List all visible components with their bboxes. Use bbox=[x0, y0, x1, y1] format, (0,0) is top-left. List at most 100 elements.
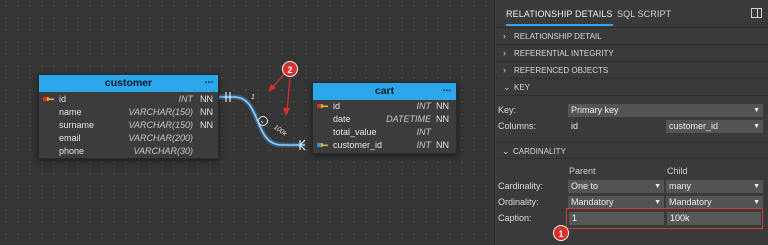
column-name: phone bbox=[59, 146, 85, 156]
column-name: name bbox=[59, 107, 82, 117]
table-cart[interactable]: cart ... id INT NN date DATETIME NN tota… bbox=[312, 82, 457, 154]
annotation-arrow-right bbox=[286, 77, 291, 112]
caption-label: Caption: bbox=[498, 213, 532, 223]
diagram-canvas[interactable]: 1 100k 2 customer ... id INT NN name VAR… bbox=[0, 0, 494, 245]
annotation-arrow-left bbox=[271, 72, 286, 89]
chevron-right-icon: › bbox=[503, 65, 506, 75]
cardinality-label: Cardinality: bbox=[498, 181, 544, 191]
section-relationship-detail[interactable]: › RELATIONSHIP DETAIL bbox=[495, 28, 768, 45]
table-menu-icon[interactable]: ... bbox=[443, 80, 451, 97]
chevron-down-icon: ⌄ bbox=[502, 146, 510, 156]
child-column-select[interactable]: customer_id ▼ bbox=[666, 120, 763, 133]
key-select-value: Primary key bbox=[571, 105, 619, 115]
column-type: DATETIME bbox=[386, 114, 431, 124]
child-column-header: Child bbox=[667, 166, 688, 176]
ordinality-child-value: Mandatory bbox=[669, 197, 712, 207]
section-title: RELATIONSHIP DETAIL bbox=[514, 32, 602, 41]
primary-key-icon bbox=[43, 97, 54, 101]
section-referenced-objects[interactable]: › REFERENCED OBJECTS bbox=[495, 62, 768, 79]
column-name: id bbox=[59, 94, 67, 104]
panel-layout-icon[interactable] bbox=[751, 8, 762, 18]
column-type: INT bbox=[416, 140, 432, 150]
annotation-arrowhead-left bbox=[268, 84, 276, 92]
panel-tabs: RELATIONSHIP DETAILS SQL SCRIPT bbox=[495, 0, 768, 28]
section-key[interactable]: ⌄ KEY bbox=[495, 79, 768, 96]
annotation-bubble-2: 2 bbox=[282, 61, 298, 77]
column-row[interactable]: total_value INT bbox=[313, 126, 456, 139]
parent-column-header: Parent bbox=[569, 166, 596, 176]
column-name: email bbox=[59, 133, 81, 143]
chevron-right-icon: › bbox=[503, 31, 506, 41]
columns-label: Columns: bbox=[498, 121, 537, 131]
column-type: INT bbox=[416, 127, 432, 137]
primary-key-icon bbox=[317, 104, 328, 108]
tab-relationship-details[interactable]: RELATIONSHIP DETAILS bbox=[506, 9, 613, 26]
child-column-value: customer_id bbox=[669, 121, 719, 131]
relationship-circle bbox=[258, 116, 268, 126]
chevron-right-icon: › bbox=[503, 48, 506, 58]
caption-child-label: 100k bbox=[272, 124, 288, 138]
cardinality-parent-value: One to bbox=[571, 181, 599, 191]
caption-parent-label: 1 bbox=[251, 94, 255, 101]
key-select[interactable]: Primary key ▼ bbox=[568, 104, 763, 117]
table-customer-columns: id INT NN name VARCHAR(150) NN surname V… bbox=[39, 92, 218, 158]
cardinality-parent-select[interactable]: One to ▼ bbox=[568, 180, 664, 193]
table-cart-columns: id INT NN date DATETIME NN total_value I… bbox=[313, 100, 456, 152]
relationship-circle-tick bbox=[260, 120, 264, 124]
column-row[interactable]: email VARCHAR(200) bbox=[39, 132, 218, 145]
relationship-line bbox=[219, 96, 305, 146]
annotation-arrowhead-right bbox=[283, 108, 290, 116]
column-nn: NN bbox=[436, 101, 449, 111]
section-referential-integrity[interactable]: › REFERENTIAL INTEGRITY bbox=[495, 45, 768, 62]
column-type: INT bbox=[416, 101, 432, 111]
column-row[interactable]: date DATETIME NN bbox=[313, 113, 456, 126]
column-nn: NN bbox=[436, 140, 449, 150]
section-title: CARDINALITY bbox=[513, 147, 566, 156]
column-nn: NN bbox=[200, 94, 213, 104]
column-row[interactable]: surname VARCHAR(150) NN bbox=[39, 119, 218, 132]
table-customer-title: customer bbox=[104, 77, 153, 89]
column-nn: NN bbox=[200, 107, 213, 117]
column-name: id bbox=[333, 101, 341, 111]
column-type: VARCHAR(150) bbox=[128, 107, 193, 117]
ordinality-parent-value: Mandatory bbox=[571, 197, 614, 207]
column-name: date bbox=[333, 114, 351, 124]
table-customer-header[interactable]: customer ... bbox=[39, 75, 218, 92]
column-row[interactable]: id INT NN bbox=[39, 93, 218, 106]
dropdown-caret-icon: ▼ bbox=[753, 123, 760, 130]
table-cart-header[interactable]: cart ... bbox=[313, 83, 456, 100]
section-title: REFERENCED OBJECTS bbox=[514, 66, 609, 75]
column-type: VARCHAR(30) bbox=[133, 146, 193, 156]
column-nn: NN bbox=[436, 114, 449, 124]
column-row[interactable]: phone VARCHAR(30) bbox=[39, 145, 218, 158]
column-row[interactable]: name VARCHAR(150) NN bbox=[39, 106, 218, 119]
column-row[interactable]: customer_id INT NN bbox=[313, 139, 456, 152]
section-title: REFERENTIAL INTEGRITY bbox=[514, 49, 614, 58]
table-menu-icon[interactable]: ... bbox=[205, 72, 213, 89]
section-cardinality[interactable]: ⌄ CARDINALITY bbox=[494, 142, 768, 159]
column-row[interactable]: id INT NN bbox=[313, 100, 456, 113]
dropdown-caret-icon: ▼ bbox=[753, 107, 760, 114]
ordinality-label: Ordinality: bbox=[498, 197, 539, 207]
column-name: surname bbox=[59, 120, 95, 130]
column-type: INT bbox=[178, 94, 194, 104]
caption-highlight-box bbox=[566, 208, 763, 229]
column-type: VARCHAR(150) bbox=[128, 120, 193, 130]
parent-column-value: id bbox=[571, 121, 579, 131]
table-customer[interactable]: customer ... id INT NN name VARCHAR(150)… bbox=[38, 74, 219, 159]
foreign-key-icon bbox=[317, 143, 328, 147]
cardinality-child-select[interactable]: many ▼ bbox=[666, 180, 763, 193]
dropdown-caret-icon: ▼ bbox=[753, 183, 760, 190]
tab-sql-script[interactable]: SQL SCRIPT bbox=[617, 9, 671, 19]
annotation-bubble-1: 1 bbox=[553, 225, 569, 241]
column-nn: NN bbox=[200, 120, 213, 130]
column-name: total_value bbox=[333, 127, 377, 137]
column-type: VARCHAR(200) bbox=[128, 133, 193, 143]
cardinality-child-value: many bbox=[669, 181, 692, 191]
section-title: KEY bbox=[514, 83, 531, 92]
crow-foot-bottom bbox=[299, 144, 306, 151]
chevron-down-icon: ⌄ bbox=[503, 82, 511, 92]
key-label: Key: bbox=[498, 105, 517, 115]
crow-foot-top bbox=[299, 139, 306, 146]
table-cart-title: cart bbox=[374, 85, 395, 97]
